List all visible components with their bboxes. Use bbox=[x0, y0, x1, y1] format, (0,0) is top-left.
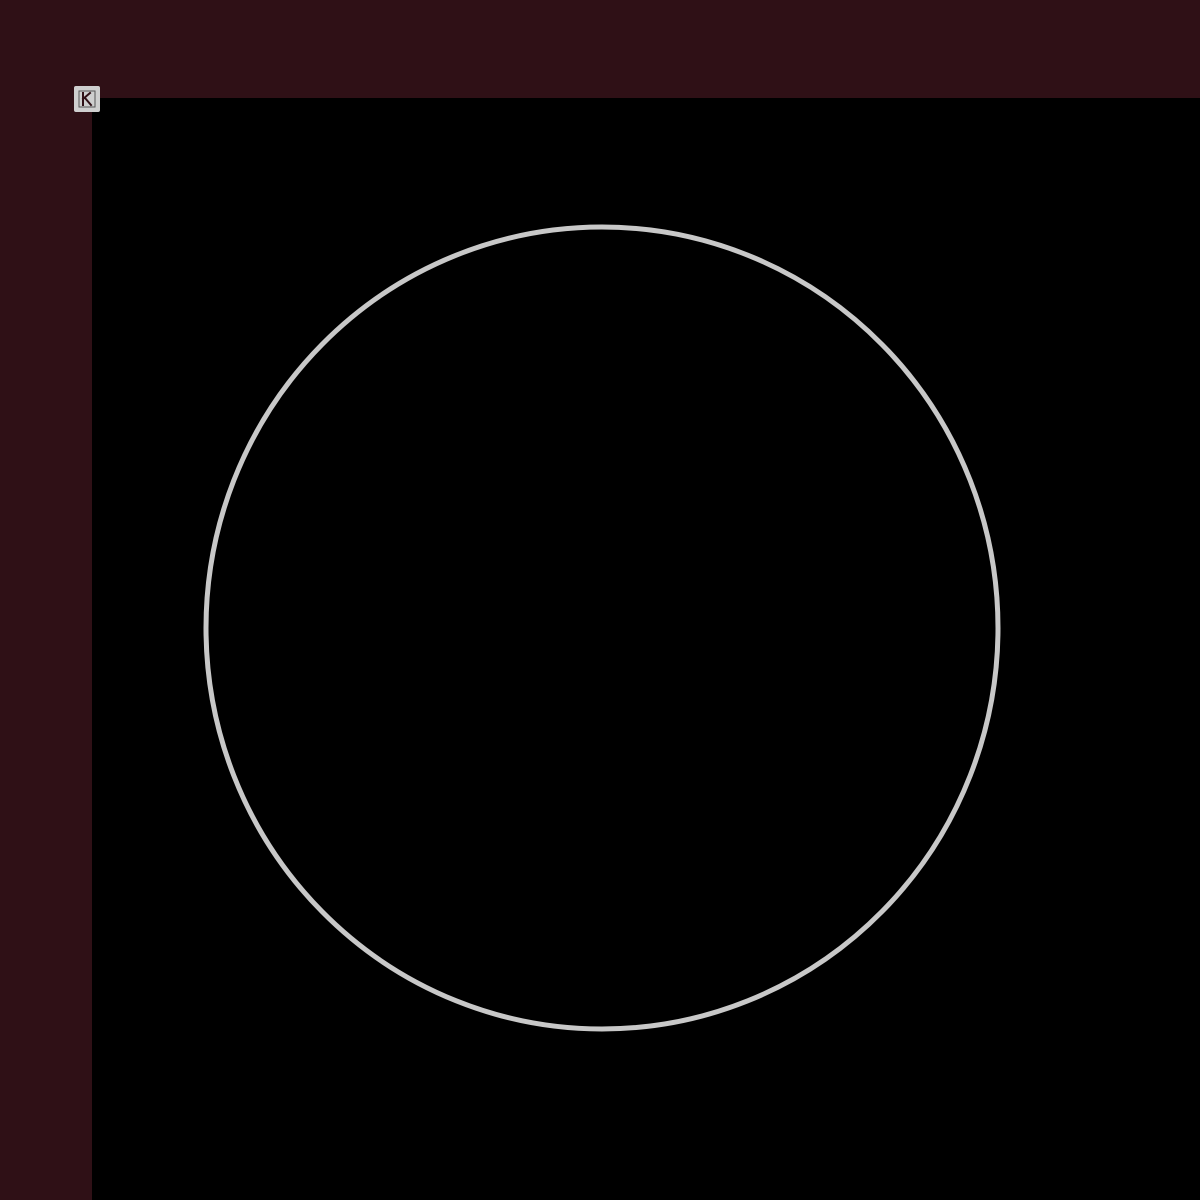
k-logo-icon[interactable] bbox=[74, 86, 100, 112]
top-toolbar bbox=[0, 0, 1200, 98]
left-toolbar bbox=[0, 0, 92, 1200]
app-frame bbox=[0, 0, 1200, 1200]
canvas-svg bbox=[203, 224, 1001, 1032]
k-glyph-icon bbox=[78, 90, 96, 108]
circle-shape[interactable] bbox=[203, 224, 1001, 1032]
drawing-canvas[interactable] bbox=[92, 98, 1200, 1200]
